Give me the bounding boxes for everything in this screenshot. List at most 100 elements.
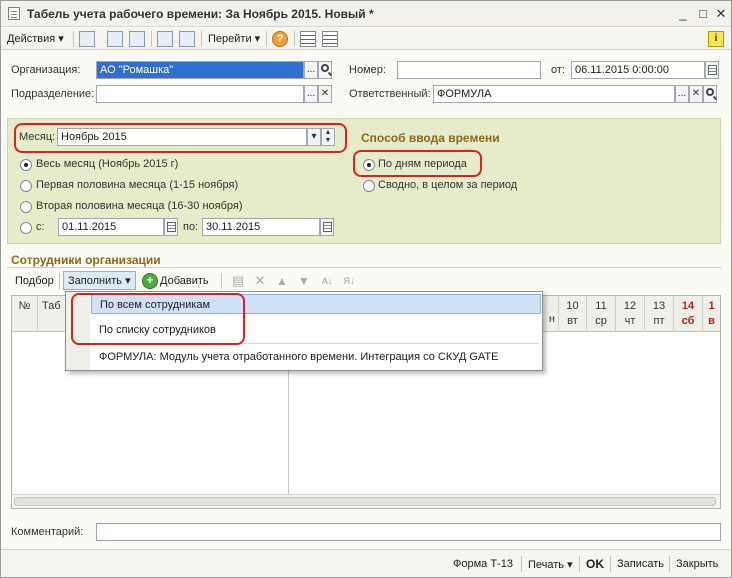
second-half-radio[interactable]	[20, 201, 32, 213]
fill-label: Заполнить	[68, 275, 123, 287]
first-half-radio[interactable]	[20, 180, 32, 192]
move-down-icon[interactable]: ▼	[296, 273, 312, 289]
column-number: 13	[652, 300, 666, 312]
save-button[interactable]: Записать	[617, 558, 664, 570]
calendar-icon	[167, 222, 176, 232]
sort-ascending-icon[interactable]: A↓	[319, 273, 335, 289]
date-label: от:	[551, 64, 565, 76]
scrollbar-thumb[interactable]	[14, 497, 716, 506]
date-field[interactable]: 06.11.2015 0:00:00	[571, 61, 705, 79]
responsible-field[interactable]: ФОРМУЛА	[433, 85, 675, 103]
period-from-calendar-button[interactable]	[164, 218, 178, 236]
column-header-weekend[interactable]: 14 сб	[674, 296, 703, 332]
structure-icon[interactable]	[300, 31, 316, 47]
column-day: чт	[624, 315, 636, 327]
actions-menu[interactable]: Действия ▾	[7, 32, 64, 45]
add-icon[interactable]: +	[142, 273, 158, 289]
period-to-calendar-button[interactable]	[320, 218, 334, 236]
column-number: 10	[566, 300, 579, 312]
select-button[interactable]: Подбор	[15, 275, 54, 287]
employees-title: Сотрудники организации	[11, 253, 161, 267]
calendar-icon	[708, 65, 717, 75]
first-half-label: Первая половина месяца (1-15 ноября)	[36, 179, 239, 191]
document-icon	[8, 7, 20, 20]
column-number: 1	[708, 300, 715, 312]
post-document-icon[interactable]	[157, 31, 173, 47]
goto-menu[interactable]: Перейти ▾	[208, 32, 260, 45]
column-header[interactable]: №	[12, 296, 38, 332]
period-to-field[interactable]: 30.11.2015	[202, 218, 320, 236]
copy-row-icon[interactable]: ▤	[230, 273, 246, 289]
calendar-icon	[323, 222, 332, 232]
actions-label: Действия	[7, 33, 56, 45]
column-header[interactable]: 10 вт	[559, 296, 587, 332]
summary-radio[interactable]	[363, 180, 375, 192]
move-up-icon[interactable]: ▲	[274, 273, 290, 289]
bottom-separator	[521, 556, 522, 572]
sort-descending-icon[interactable]: Я↓	[341, 273, 357, 289]
minimize-button[interactable]: _	[674, 5, 692, 23]
department-select-button[interactable]: ...	[304, 85, 318, 103]
bottom-separator	[579, 556, 580, 572]
fill-menu-highlight-mark	[71, 293, 245, 345]
toolbar-separator	[266, 31, 267, 47]
organization-label: Организация:	[11, 64, 81, 76]
organization-field[interactable]: АО "Ромашка"	[96, 61, 304, 79]
toolbar-separator	[73, 31, 74, 47]
unpost-document-icon[interactable]	[179, 31, 195, 47]
department-field[interactable]	[96, 85, 304, 103]
form-t13-button[interactable]: Форма Т-13	[453, 558, 513, 570]
toolbar-separator	[59, 273, 60, 289]
column-header[interactable]: 13 пт	[645, 296, 674, 332]
new-document-icon[interactable]	[79, 31, 95, 47]
organization-select-button[interactable]: ...	[304, 61, 318, 79]
bottom-separator	[669, 556, 670, 572]
menu-item-formula-module[interactable]: ФОРМУЛА: Модуль учета отработанного врем…	[91, 347, 541, 367]
print-menu-button[interactable]: Печать ▾	[528, 558, 573, 571]
column-header[interactable]: 12 чт	[616, 296, 645, 332]
input-method-title: Способ ввода времени	[361, 131, 500, 145]
number-label: Номер:	[349, 64, 386, 76]
copy-icon[interactable]	[107, 31, 123, 47]
help-icon[interactable]: ?	[272, 31, 288, 47]
period-from-field[interactable]: 01.11.2015	[58, 218, 164, 236]
add-button[interactable]: Добавить	[160, 275, 209, 287]
refresh-icon[interactable]	[129, 31, 145, 47]
magnifier-icon	[321, 64, 329, 72]
fill-menu-button[interactable]: Заполнить ▾	[63, 271, 136, 290]
number-field[interactable]	[397, 61, 541, 79]
custom-period-radio[interactable]	[20, 222, 32, 234]
column-day: в	[708, 315, 715, 327]
horizontal-scrollbar[interactable]	[12, 494, 720, 508]
close-button[interactable]: Закрыть	[676, 558, 718, 570]
toolbar-separator	[151, 31, 152, 47]
delete-row-icon[interactable]: ✕	[252, 273, 268, 289]
window-title: Табель учета рабочего времени: За Ноябрь…	[27, 7, 374, 21]
whole-month-label: Весь месяц (Ноябрь 2015 г)	[36, 158, 179, 170]
close-window-button[interactable]: ✕	[712, 5, 730, 23]
info-icon[interactable]: i	[708, 31, 724, 47]
month-highlight-mark	[14, 123, 347, 153]
responsible-search-button[interactable]	[703, 85, 717, 103]
column-number: 11	[595, 300, 607, 312]
magnifier-icon	[706, 88, 714, 96]
responsible-select-button[interactable]: ...	[675, 85, 689, 103]
column-header-weekend[interactable]: 1в	[703, 296, 720, 332]
bottom-separator	[610, 556, 611, 572]
column-header[interactable]: 11 ср	[587, 296, 616, 332]
ok-button[interactable]: OK	[586, 557, 604, 571]
responsible-clear-button[interactable]: ✕	[689, 85, 703, 103]
responsible-label: Ответственный:	[349, 88, 431, 100]
column-day: вт	[567, 315, 578, 327]
organization-search-button[interactable]	[318, 61, 332, 79]
column-number: 14	[681, 300, 695, 312]
column-number: №	[18, 300, 31, 312]
maximize-button[interactable]: □	[694, 5, 712, 23]
list-settings-icon[interactable]	[322, 31, 338, 47]
column-day: ср	[595, 315, 607, 327]
department-clear-button[interactable]: ✕	[318, 85, 332, 103]
whole-month-radio[interactable]	[20, 159, 32, 171]
comment-field[interactable]	[96, 523, 721, 541]
date-calendar-button[interactable]	[705, 61, 719, 79]
custom-period-label: с:	[36, 221, 45, 233]
